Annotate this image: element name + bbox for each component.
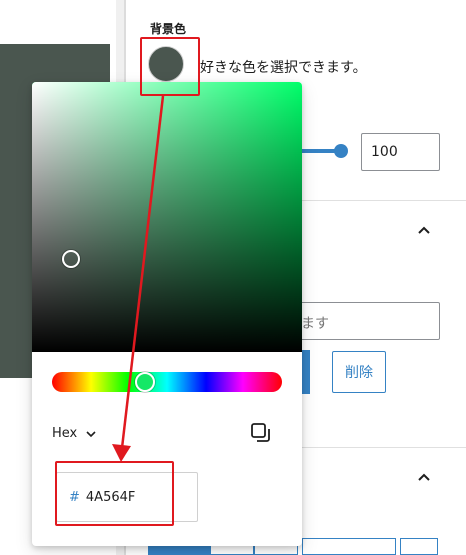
opacity-slider-thumb[interactable] bbox=[334, 144, 348, 158]
color-format-label: Hex bbox=[52, 426, 78, 441]
chevron-down-icon bbox=[86, 430, 96, 437]
annotation-highlight-box bbox=[140, 37, 200, 96]
opacity-input[interactable]: 100 bbox=[361, 133, 440, 171]
hue-slider[interactable] bbox=[52, 372, 282, 392]
chevron-up-icon[interactable] bbox=[415, 469, 433, 487]
button-group-item[interactable] bbox=[400, 538, 438, 555]
color-format-select[interactable]: Hex bbox=[52, 426, 97, 441]
button-group-item[interactable] bbox=[302, 538, 396, 555]
text-input[interactable]: ます bbox=[290, 302, 440, 340]
saturation-area[interactable] bbox=[32, 82, 302, 352]
annotation-highlight-box bbox=[55, 461, 174, 526]
choose-color-text: 好きな色を選択できます。 bbox=[200, 60, 367, 76]
hue-slider-thumb[interactable] bbox=[135, 372, 155, 392]
saturation-cursor[interactable] bbox=[62, 250, 80, 268]
chevron-up-icon[interactable] bbox=[415, 222, 433, 240]
copy-icon[interactable] bbox=[250, 422, 272, 444]
delete-button[interactable]: 削除 bbox=[332, 351, 386, 393]
background-color-label: 背景色 bbox=[150, 22, 187, 36]
